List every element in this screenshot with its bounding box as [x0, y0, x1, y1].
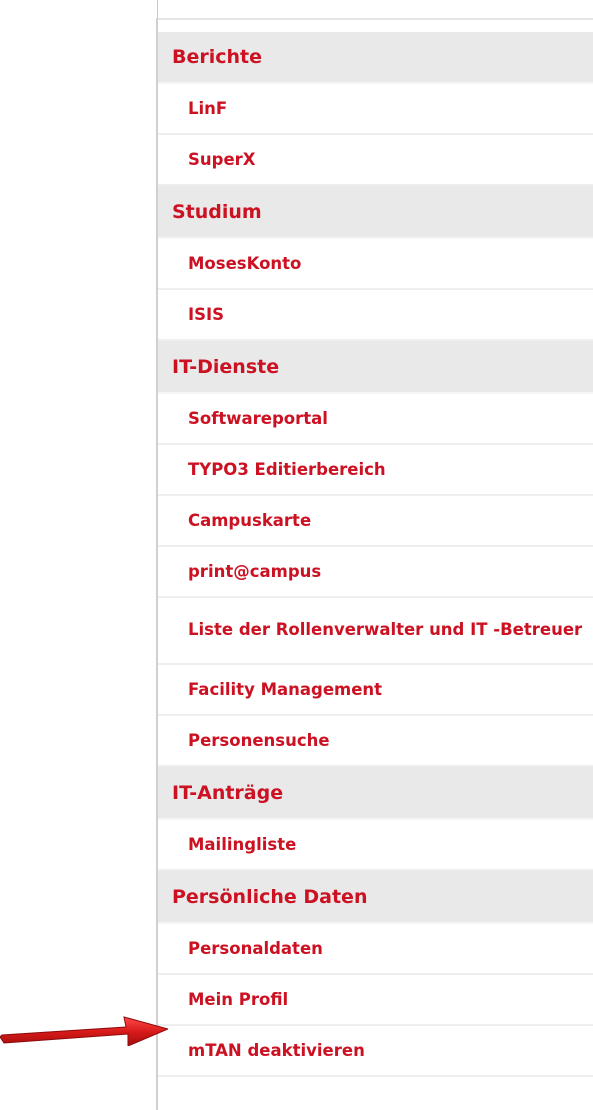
nav-link-personensuche[interactable]: Personensuche	[158, 716, 593, 767]
nav-link-personaldaten[interactable]: Personaldaten	[158, 924, 593, 975]
nav-link-linf[interactable]: LinF	[158, 84, 593, 135]
nav-link-campuskarte[interactable]: Campuskarte	[158, 496, 593, 547]
nav-link-mailingliste[interactable]: Mailingliste	[158, 820, 593, 871]
nav-link-moseskonto[interactable]: MosesKonto	[158, 239, 593, 290]
red-arrow-icon	[0, 1016, 168, 1046]
sidebar-navigation: Berichte LinF SuperX Studium MosesKonto …	[156, 18, 593, 1110]
nav-link-isis[interactable]: ISIS	[158, 290, 593, 341]
nav-link-mtan-deaktivieren[interactable]: mTAN deaktivieren	[158, 1026, 593, 1077]
nav-link-superx[interactable]: SuperX	[158, 135, 593, 186]
nav-link-mein-profil[interactable]: Mein Profil	[158, 975, 593, 1026]
section-heading-it-antraege: IT-Anträge	[158, 767, 593, 820]
section-heading-persoenliche-daten: Persönliche Daten	[158, 871, 593, 924]
nav-top-border	[158, 18, 593, 32]
nav-link-softwareportal[interactable]: Softwareportal	[158, 394, 593, 445]
nav-link-facility-management[interactable]: Facility Management	[158, 665, 593, 716]
top-divider-line	[157, 0, 158, 18]
section-heading-it-dienste: IT-Dienste	[158, 341, 593, 394]
nav-link-rollenverwalter-liste[interactable]: Liste der Rollenverwalter und IT -Betreu…	[158, 598, 593, 665]
nav-link-typo3-editierbereich[interactable]: TYPO3 Editierbereich	[158, 445, 593, 496]
section-heading-berichte: Berichte	[158, 32, 593, 84]
section-heading-studium: Studium	[158, 186, 593, 239]
nav-link-print-campus[interactable]: print@campus	[158, 547, 593, 598]
